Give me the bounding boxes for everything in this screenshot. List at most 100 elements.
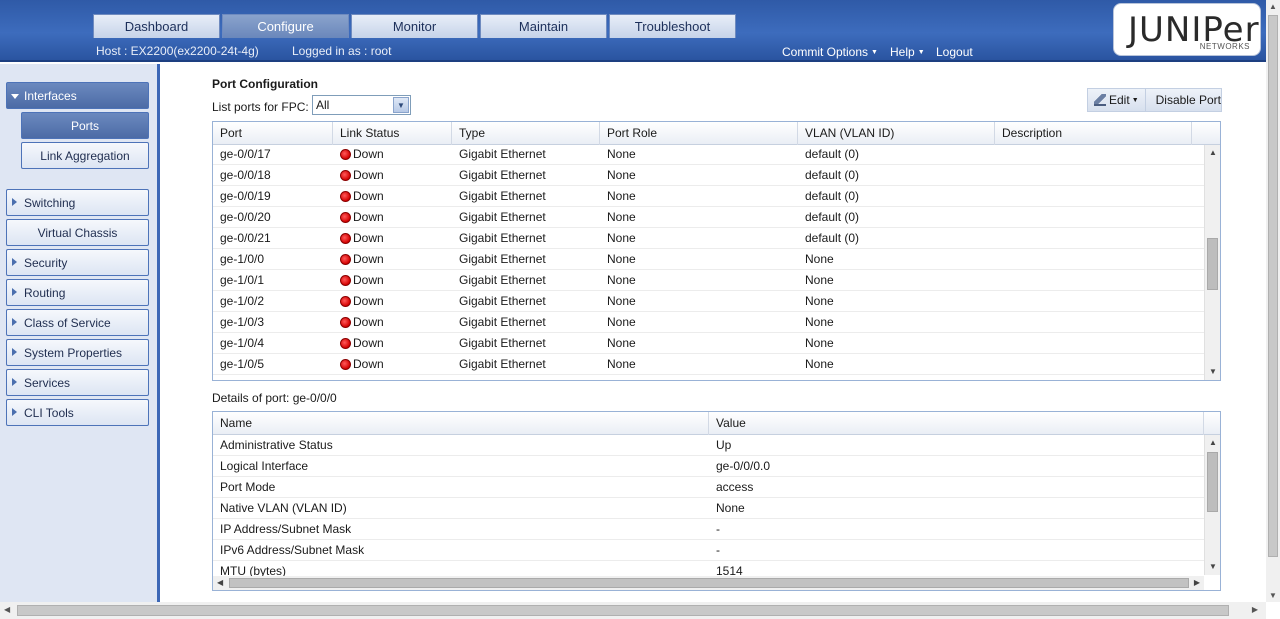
table-cell: Gigabit Ethernet [459,189,546,203]
red-dot-icon [340,338,351,349]
ports-table-scrollbar[interactable]: ▲ ▼ [1204,145,1220,380]
scroll-down-icon[interactable]: ▼ [1205,559,1220,575]
table-row[interactable]: Administrative Status Up [213,435,1204,456]
table-row[interactable]: ge-1/0/1 Down Gigabit Ethernet None None [213,270,1204,291]
table-cell: Gigabit Ethernet [459,294,546,308]
table-row[interactable]: Logical Interface ge-0/0/0.0 [213,456,1204,477]
edit-button[interactable]: Edit ▼ [1088,89,1146,111]
table-cell: ge-0/0/18 [220,168,271,182]
table-row[interactable]: ge-1/0/5 Down Gigabit Ethernet None None [213,354,1204,375]
table-row[interactable]: ge-0/0/21 Down Gigabit Ethernet None default… [213,228,1204,249]
column-header[interactable]: Type [452,122,600,145]
table-row[interactable]: Native VLAN (VLAN ID) None [213,498,1204,519]
sidebar-item-ports[interactable]: Ports [21,112,149,139]
fpc-select[interactable]: All ▼ [312,95,411,115]
scroll-right-icon[interactable]: ▶ [1194,576,1200,590]
table-cell: Down [333,291,452,311]
logout-link[interactable]: Logout [936,45,973,59]
details-table-hscrollbar[interactable]: ◀ ▶ [213,576,1204,590]
sidebar-item-system-properties[interactable]: System Properties [6,339,149,366]
table-cell: Gigabit Ethernet [459,210,546,224]
ports-table: Port Link Status Type Port Role VLAN (VLAN I… [212,121,1221,381]
table-cell: default (0) [805,210,860,224]
table-row[interactable]: ge-0/0/17 Down Gigabit Ethernet None default… [213,144,1204,165]
column-header[interactable]: Port [213,122,333,145]
triangle-down-icon [11,94,19,99]
sidebar-item-security[interactable]: Security [6,249,149,276]
scroll-down-icon[interactable]: ▼ [1205,364,1220,380]
table-cell: ge-0/0/20 [220,210,271,224]
sidebar-item-services[interactable]: Services [6,369,149,396]
table-row[interactable]: ge-0/0/18 Down Gigabit Ethernet None default… [213,165,1204,186]
link-status-text: Down [353,273,384,287]
sidebar-item-virtual-chassis[interactable]: Virtual Chassis [6,219,149,246]
tab-maintain[interactable]: Maintain [480,14,607,38]
tab-configure[interactable]: Configure [222,14,349,38]
scroll-down-icon[interactable]: ▼ [1269,591,1277,600]
logged-in-info: Logged in as : root [292,44,392,58]
table-row[interactable]: ge-1/0/2 Down Gigabit Ethernet None None [213,291,1204,312]
table-cell: None [607,315,636,329]
column-header[interactable]: Link Status [333,122,452,145]
commit-options-label: Commit Options [782,45,869,59]
table-row[interactable]: ge-0/0/20 Down Gigabit Ethernet None default… [213,207,1204,228]
scroll-left-icon[interactable]: ◀ [4,605,10,614]
scroll-thumb[interactable] [229,578,1189,588]
table-cell: IPv6 Address/Subnet Mask [220,543,365,557]
tab-monitor[interactable]: Monitor [351,14,478,38]
column-header[interactable]: Description [995,122,1192,145]
scroll-up-icon[interactable]: ▲ [1205,145,1220,161]
edit-label: Edit [1109,93,1130,107]
table-cell: Down [333,270,452,290]
table-cell: Gigabit Ethernet [459,357,546,371]
host-info: Host : EX2200(ex2200-24t-4g) [96,44,259,58]
table-row[interactable]: IP Address/Subnet Mask - [213,519,1204,540]
column-header[interactable]: VLAN (VLAN ID) [798,122,995,145]
sidebar-item-switching[interactable]: Switching [6,189,149,216]
scroll-left-icon[interactable]: ◀ [217,576,223,590]
table-cell: default (0) [805,231,860,245]
sidebar-item-routing[interactable]: Routing [6,279,149,306]
chevron-down-icon: ▼ [871,49,878,56]
scroll-up-icon[interactable]: ▲ [1269,2,1277,11]
table-cell: ge-1/0/5 [220,357,265,371]
column-header[interactable]: Value [709,412,1204,435]
table-row[interactable]: ge-1/0/4 Down Gigabit Ethernet None None [213,333,1204,354]
page-horizontal-scrollbar[interactable]: ◀ ▶ [0,602,1266,619]
chevron-down-icon: ▼ [393,97,409,113]
table-cell: ge-0/0/21 [220,231,271,245]
disable-port-button[interactable]: Disable Port [1146,93,1221,107]
scroll-thumb[interactable] [1268,15,1278,557]
table-row[interactable]: ge-0/0/19 Down Gigabit Ethernet None default… [213,186,1204,207]
table-cell: None [607,336,636,350]
details-table-scrollbar[interactable]: ▲ ▼ [1204,435,1220,575]
scroll-thumb[interactable] [17,605,1229,616]
table-row[interactable]: Port Mode access [213,477,1204,498]
table-row[interactable]: IPv6 Address/Subnet Mask - [213,540,1204,561]
column-header[interactable]: Name [213,412,709,435]
table-cell: Gigabit Ethernet [459,252,546,266]
port-toolbar: Edit ▼ Disable Port [1087,88,1222,112]
scroll-thumb[interactable] [1207,452,1218,512]
scroll-thumb[interactable] [1207,238,1218,290]
tab-dashboard[interactable]: Dashboard [93,14,220,38]
table-row[interactable]: ge-1/0/3 Down Gigabit Ethernet None None [213,312,1204,333]
sidebar-item-cli-tools[interactable]: CLI Tools [6,399,149,426]
table-cell: - [716,543,720,557]
tab-troubleshoot[interactable]: Troubleshoot [609,14,736,38]
column-header[interactable]: Port Role [600,122,798,145]
help-menu[interactable]: Help ▼ [890,45,925,59]
sidebar-item-link-aggregation[interactable]: Link Aggregation [21,142,149,169]
table-row[interactable]: ge-1/0/0 Down Gigabit Ethernet None None [213,249,1204,270]
table-cell: Administrative Status [220,438,333,452]
page-vertical-scrollbar[interactable]: ▲ ▼ [1266,0,1280,602]
scroll-right-icon[interactable]: ▶ [1252,605,1258,614]
table-cell: None [607,357,636,371]
sidebar-item-class-of-service[interactable]: Class of Service [6,309,149,336]
red-dot-icon [340,170,351,181]
scroll-up-icon[interactable]: ▲ [1205,435,1220,451]
commit-options-menu[interactable]: Commit Options ▼ [782,45,878,59]
triangle-right-icon [12,348,17,356]
table-cell: None [805,294,834,308]
sidebar-item-interfaces[interactable]: Interfaces [6,82,149,109]
